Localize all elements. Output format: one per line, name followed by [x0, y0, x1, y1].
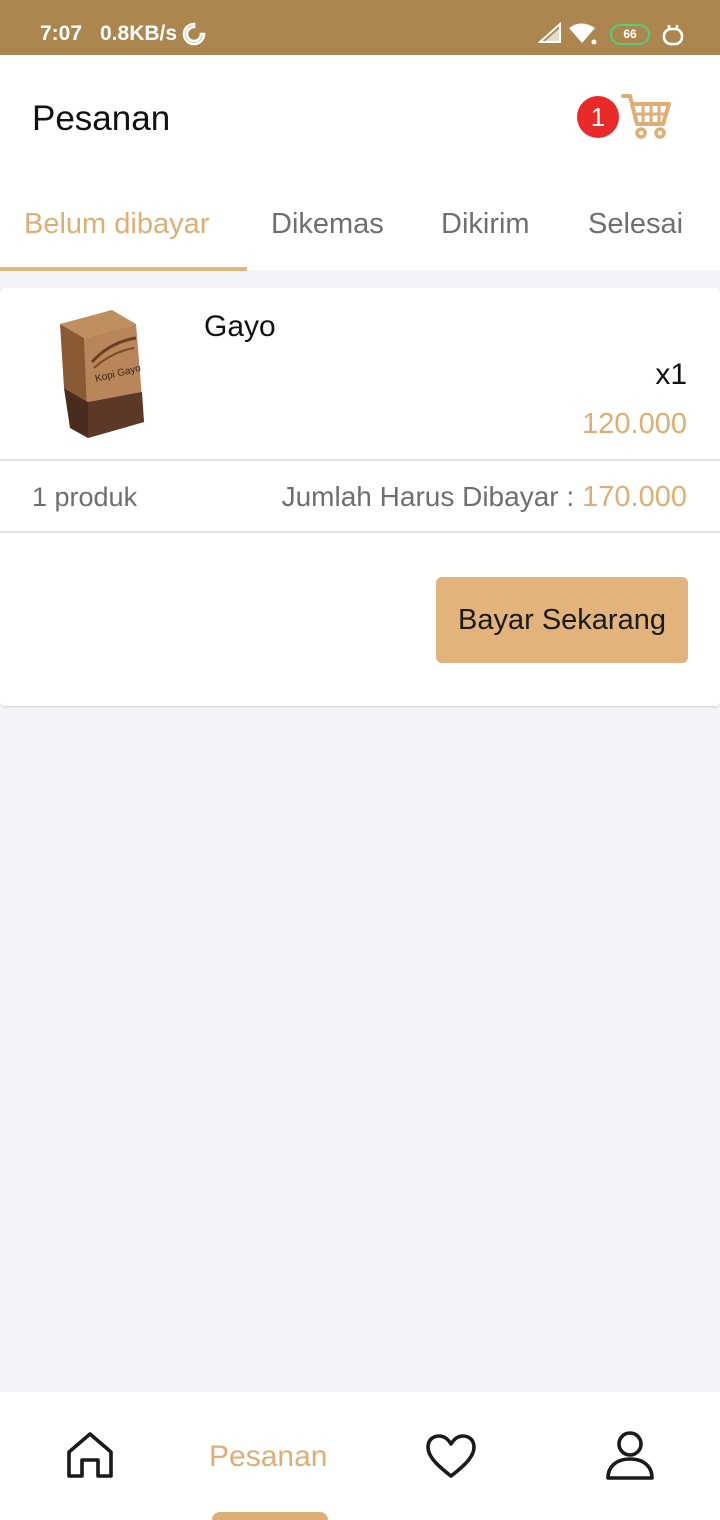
cart-icon[interactable] [620, 89, 674, 148]
wifi-icon [568, 22, 598, 51]
header: Pesanan 1 Belum dibayar Dikemas Dikirim … [0, 55, 720, 271]
active-tab-indicator [0, 267, 247, 271]
home-icon[interactable] [62, 1428, 118, 1489]
tab-selesai[interactable]: Selesai [588, 208, 683, 241]
plug-icon [660, 22, 686, 53]
product-image[interactable]: Kopi Gayo [50, 302, 154, 449]
status-bar: 7:07 0.8KB/s 66 [0, 0, 720, 55]
cart-count-badge[interactable]: 1 [577, 96, 619, 138]
product-price: 120.000 [582, 408, 687, 440]
total-amount: Jumlah Harus Dibayar :170.000 [282, 481, 687, 514]
product-quantity: x1 [655, 358, 687, 391]
product-name: Gayo [204, 310, 276, 343]
moon-icon [182, 22, 206, 51]
tab-dikirim[interactable]: Dikirim [441, 208, 530, 241]
user-icon[interactable] [602, 1428, 658, 1489]
product-count: 1 produk [32, 482, 138, 512]
page-title: Pesanan [32, 99, 171, 138]
divider [0, 531, 720, 533]
divider [0, 459, 720, 461]
heart-icon[interactable] [424, 1432, 478, 1487]
tab-dikemas[interactable]: Dikemas [271, 208, 384, 241]
total-label: Jumlah Harus Dibayar : [281, 481, 575, 512]
total-value: 170.000 [582, 481, 687, 513]
pay-now-button[interactable]: Bayar Sekarang [436, 577, 688, 663]
bottom-navigation: Pesanan [0, 1392, 720, 1520]
order-card: Kopi Gayo Gayo x1 120.000 1 produk Jumla… [0, 288, 720, 706]
active-nav-indicator [212, 1512, 328, 1520]
status-network-speed: 0.8KB/s [100, 22, 178, 45]
nav-item-pesanan[interactable]: Pesanan [209, 1440, 327, 1474]
tab-belum-dibayar[interactable]: Belum dibayar [24, 208, 209, 241]
status-time: 7:07 [40, 22, 83, 45]
signal-icon [537, 21, 562, 49]
battery-icon: 66 [610, 24, 650, 45]
order-status-tabs: Belum dibayar Dikemas Dikirim Selesai [0, 195, 720, 271]
